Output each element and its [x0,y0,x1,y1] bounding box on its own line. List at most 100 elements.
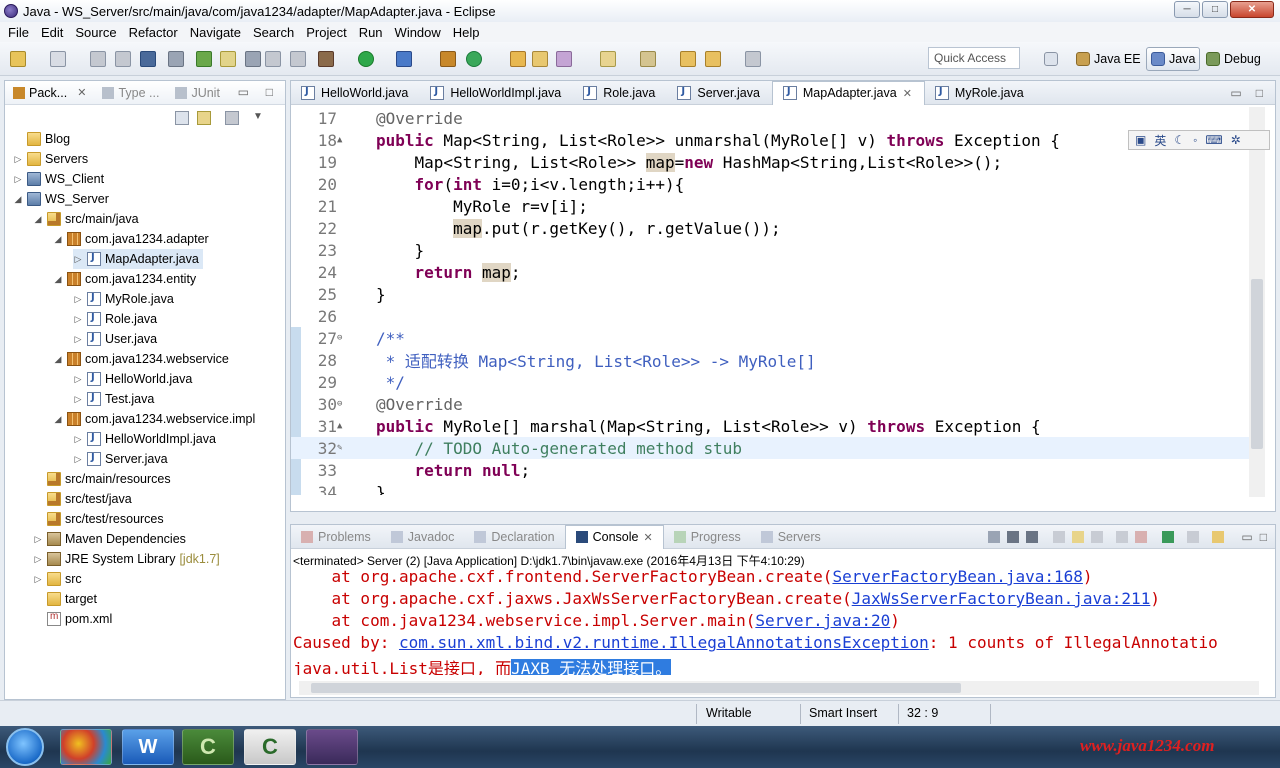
override-marker-icon[interactable]: ▲ [337,135,342,145]
tree-item[interactable]: ▷ User.java [73,329,157,349]
menu-navigate[interactable]: Navigate [184,25,247,40]
tab-declaration[interactable]: Declaration [464,525,564,549]
menu-run[interactable]: Run [353,25,389,40]
tree-item[interactable]: ▷ Server.java [73,449,168,469]
perspective-debug[interactable]: Debug [1202,47,1265,71]
menu-edit[interactable]: Edit [35,25,69,40]
editor-tab[interactable]: Role.java [573,81,667,105]
editor-tab[interactable]: MyRole.java [925,81,1036,105]
tree-item[interactable]: ◢ WS_Server [13,189,109,209]
task-marker-icon[interactable]: ✎ [337,443,342,453]
editor-vertical-scrollbar[interactable] [1249,107,1265,497]
fold-icon[interactable]: ⊖ [337,333,342,343]
scrollbar-thumb[interactable] [1251,279,1263,449]
tree-item-selected[interactable]: ▷ MapAdapter.java [73,249,203,269]
maximize-button[interactable]: □ [1202,1,1228,18]
tab-servers[interactable]: Servers [751,525,831,549]
highlight-icon[interactable] [220,51,236,67]
expand-icon[interactable]: ▷ [73,374,83,385]
tree-item[interactable]: ▷ Servers [13,149,88,169]
menu-file[interactable]: File [2,25,35,40]
collapse-icon[interactable]: ◢ [53,354,63,365]
tree-item[interactable]: ▷ Role.java [73,309,157,329]
terminate-icon[interactable] [988,530,1001,543]
expand-icon[interactable]: ▷ [73,254,83,265]
tree-item[interactable]: ▷ JRE System Library [jdk1.7] [33,549,220,569]
tree-item[interactable]: ▷ HelloWorldImpl.java [73,429,216,449]
new-icon[interactable] [10,51,26,67]
expand-icon[interactable]: ▷ [73,454,83,465]
perspective-javaee[interactable]: Java EE [1072,47,1145,71]
close-console-icon[interactable]: ✕ [643,531,652,544]
tree-item[interactable]: ◢ com.java1234.entity [53,269,196,289]
skip-breakpoints-icon[interactable] [168,51,184,67]
tree-item[interactable]: target [33,589,97,609]
minimize-editor-icon[interactable]: ▭ [1230,86,1241,100]
remove-all-icon[interactable] [1026,530,1039,543]
tree-item[interactable]: ▷ Maven Dependencies [33,529,186,549]
tree-item[interactable]: Blog [13,129,70,149]
editor-tab[interactable]: HelloWorld.java [291,81,420,105]
close-icon[interactable]: ✕ [77,86,86,99]
expand-icon[interactable]: ▷ [33,534,43,545]
expand-icon[interactable]: ▷ [33,554,43,565]
display-console-icon[interactable] [1187,530,1200,543]
console-icon[interactable] [140,51,156,67]
moon-icon[interactable]: ☾ [1174,133,1185,147]
eclipse-taskbar-icon[interactable] [306,729,358,765]
quick-access-input[interactable]: Quick Access [928,47,1020,69]
tree-item[interactable]: pom.xml [33,609,112,629]
expand-icon[interactable]: ▷ [73,334,83,345]
expand-icon[interactable]: ▷ [73,434,83,445]
tree-item[interactable]: src/test/resources [33,509,164,529]
minimize-button[interactable]: ─ [1174,1,1200,18]
last-edit-icon[interactable] [745,51,761,67]
collapse-icon[interactable]: ◢ [33,214,43,225]
perspective-java[interactable]: Java [1146,47,1201,71]
maximize-console-icon[interactable]: □ [1260,530,1267,544]
annotation-icon[interactable] [600,51,616,67]
menu-help[interactable]: Help [447,25,486,40]
console-output[interactable]: at org.apache.cxf.frontend.ServerFactory… [293,567,1259,675]
menu-project[interactable]: Project [300,25,352,40]
start-button[interactable] [6,728,44,766]
search-icon[interactable] [556,51,572,67]
menu-window[interactable]: Window [389,25,447,40]
tree-item[interactable]: ◢ src/main/java [33,209,139,229]
tree-item[interactable]: src/test/java [33,489,132,509]
minimize-console-icon[interactable]: ▭ [1241,530,1252,544]
tab-javadoc[interactable]: Javadoc [381,525,465,549]
collapse-icon[interactable]: ◢ [53,234,63,245]
clear-console-icon[interactable] [1053,530,1066,543]
expand-icon[interactable]: ▷ [13,174,23,185]
tree-item[interactable]: ◢ com.java1234.webservice.impl [53,409,255,429]
maximize-view-icon[interactable]: □ [266,85,273,99]
scrollbar-thumb[interactable] [311,683,961,693]
tab-package-explorer[interactable]: Pack... ✕ [5,86,94,100]
menu-source[interactable]: Source [69,25,122,40]
open-folder-icon[interactable] [532,51,548,67]
word-wrap-icon[interactable] [1091,530,1104,543]
expand-icon[interactable]: ▷ [73,394,83,405]
menu-refactor[interactable]: Refactor [123,25,184,40]
tree-item[interactable]: ◢ com.java1234.webservice [53,349,229,369]
view-menu-icon[interactable] [225,111,239,125]
ime-logo-icon[interactable]: ▣ [1135,133,1146,147]
expand-icon[interactable]: ▷ [13,154,23,165]
editor-tab-active[interactable]: MapAdapter.java ✕ [771,80,925,105]
tab-problems[interactable]: Problems [291,525,381,549]
open-type-icon[interactable] [510,51,526,67]
debug-icon[interactable] [318,51,334,67]
ime-mode-toggle[interactable]: 英 [1154,132,1166,149]
tree-item[interactable]: ▷ HelloWorld.java [73,369,192,389]
expand-icon[interactable]: ▷ [73,294,83,305]
close-tab-icon[interactable]: ✕ [903,87,912,100]
tree-item[interactable]: ▷ Test.java [73,389,154,409]
implement-marker-icon[interactable]: ▲ [337,421,342,431]
editor-tab[interactable]: HelloWorldImpl.java [420,81,573,105]
stack-trace-link[interactable]: Server.java:20 [755,611,890,630]
tree-item[interactable]: ▷ WS_Client [13,169,104,189]
editor-horizontal-scrollbar[interactable] [341,499,1241,509]
open-console-icon[interactable] [1212,530,1225,543]
scroll-lock-icon[interactable] [1072,530,1085,543]
